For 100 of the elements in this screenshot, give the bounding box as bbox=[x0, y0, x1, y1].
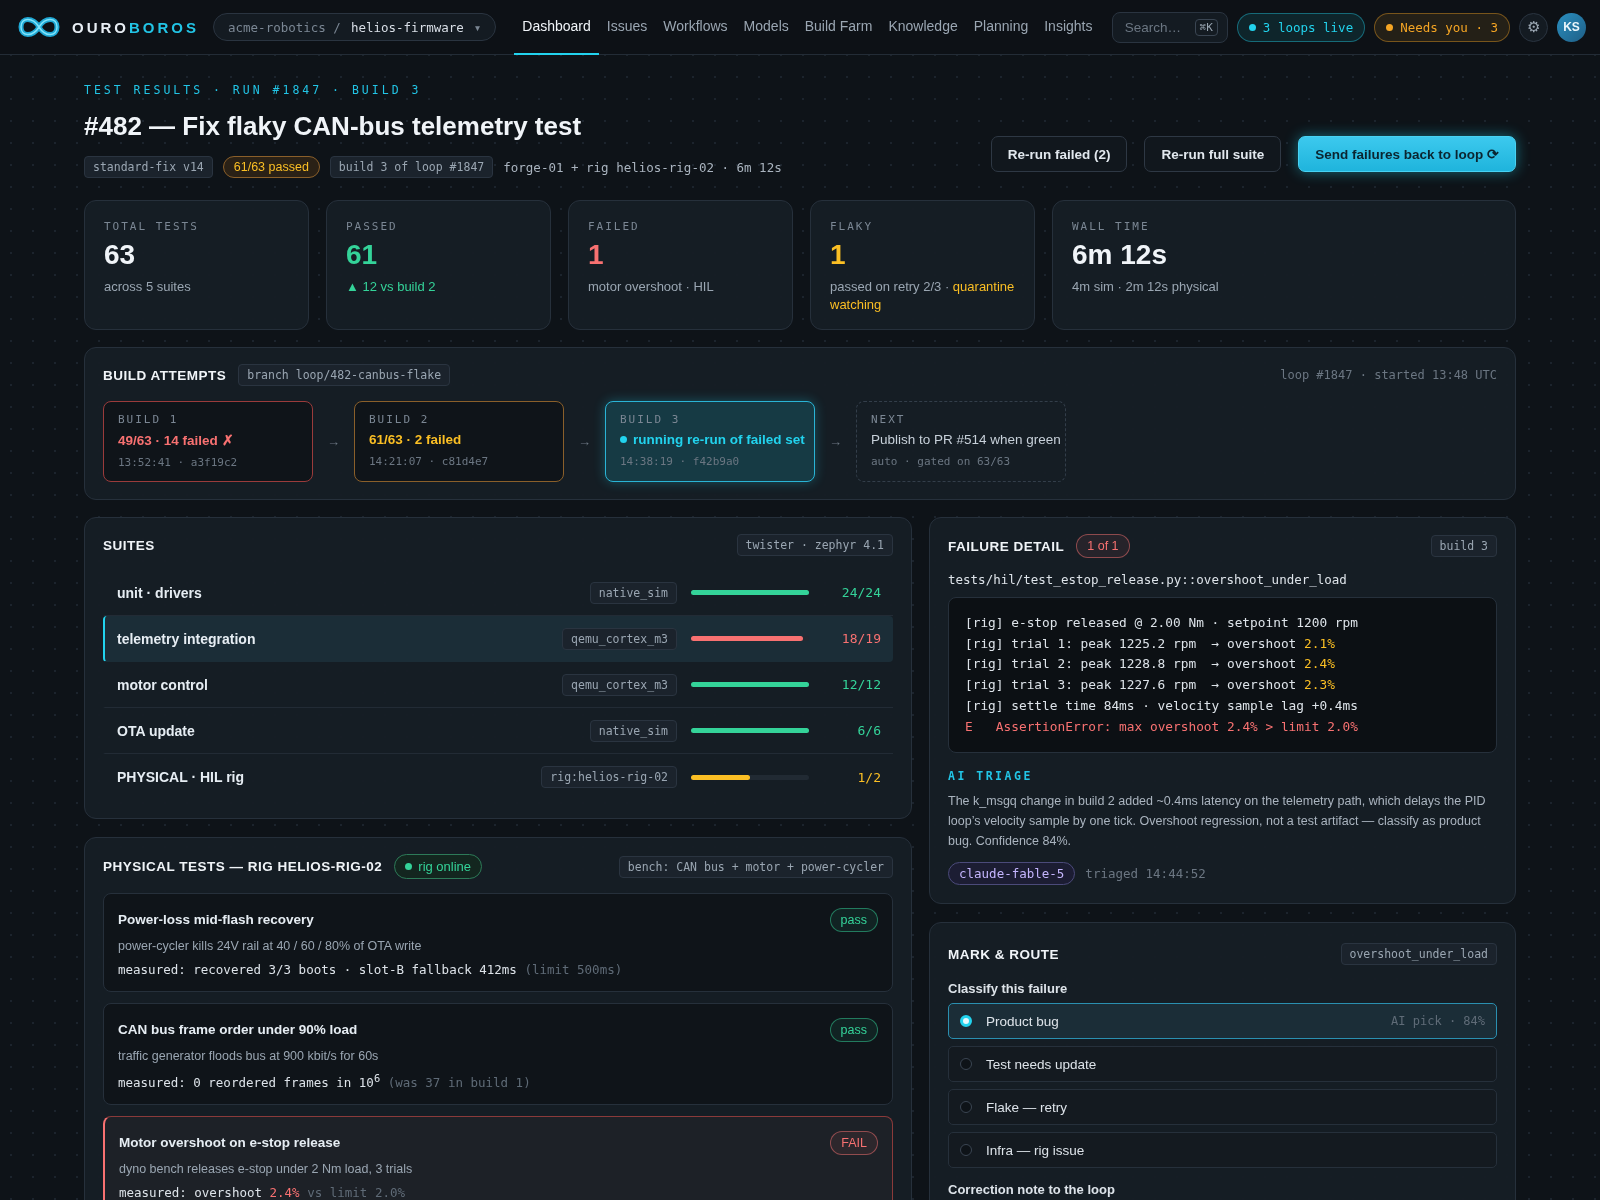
loop-meta: loop #1847 · started 13:48 UTC bbox=[1280, 368, 1497, 382]
model-chip: claude-fable-5 bbox=[948, 862, 1076, 886]
flow-arrow: → bbox=[829, 434, 842, 449]
build-label: NEXT bbox=[871, 413, 907, 426]
stat-value: 63 bbox=[104, 239, 137, 271]
section-title: SUITES bbox=[103, 537, 155, 553]
suite-row[interactable]: OTA update native_sim 6/6 bbox=[103, 708, 893, 754]
note-label: Correction note to the loop bbox=[948, 1182, 1116, 1198]
section-title: MARK & ROUTE bbox=[948, 946, 1059, 962]
rig-status-pill: rig online bbox=[394, 854, 483, 879]
suite-row[interactable]: telemetry integration qemu_cortex_m3 18/19 bbox=[103, 616, 893, 662]
shortcut-badge: ⌘K bbox=[1194, 18, 1218, 36]
stat-label: PASSED bbox=[346, 220, 399, 233]
build-meta: 14:21:07 · c81d4e7 bbox=[369, 455, 490, 468]
flow-arrow: → bbox=[578, 434, 591, 449]
stat-value: 6m 12s bbox=[1072, 239, 1168, 271]
nav-tab[interactable]: Planning bbox=[965, 0, 1037, 55]
test-description: traffic generator floods bus at 900 kbit/s for 60s bbox=[118, 1049, 380, 1063]
page-title: #482 — Fix flaky CAN-bus telemetry test bbox=[84, 111, 583, 142]
build-result: 49/63 · 14 failed ✗ bbox=[118, 432, 234, 448]
measured-result: measured: recovered 3/3 boots · slot-B fallback 412ms (limit 500ms) bbox=[118, 962, 624, 977]
rerun-button[interactable]: Re-run full suite bbox=[1144, 136, 1282, 172]
stat-label: FLAKY bbox=[830, 220, 875, 233]
suite-count: 6/6 bbox=[856, 723, 882, 738]
count-badge: 1 of 1 bbox=[1076, 534, 1130, 558]
classification-option[interactable]: Test needs update bbox=[948, 1046, 1497, 1083]
settings-button[interactable]: ⚙ bbox=[1519, 12, 1548, 42]
classification-option[interactable]: Flake — retry bbox=[948, 1089, 1497, 1126]
suite-name: unit · drivers bbox=[117, 584, 203, 601]
status-pill[interactable]: Needs you · 3 bbox=[1374, 12, 1510, 42]
build-card[interactable]: BUILD 1 49/63 · 14 failed ✗ 13:52:41 · a3f19c2 bbox=[103, 401, 313, 482]
breadcrumb: TEST RESULTS · RUN #1847 · BUILD 3 bbox=[84, 83, 423, 97]
build-result: 61/63 · 2 failed bbox=[369, 432, 462, 447]
nav-tab[interactable]: Issues bbox=[598, 0, 656, 55]
measured-result: measured: overshoot 2.4% vs limit 2.0% bbox=[119, 1185, 406, 1200]
stat-value: 61 bbox=[346, 239, 379, 271]
repo-selector[interactable]: acme-robotics / helios-firmware ▾ bbox=[213, 13, 497, 41]
flow-arrow: → bbox=[327, 434, 340, 449]
triage-time: triaged 14:44:52 bbox=[1085, 866, 1206, 882]
platform-tag: native_sim bbox=[589, 581, 677, 604]
classification-option[interactable]: Product bug AI pick · 84% bbox=[948, 1003, 1497, 1040]
stat-note: motor overshoot · HIL bbox=[588, 278, 715, 296]
build-label: BUILD 2 bbox=[369, 413, 431, 426]
log-output: [rig] e-stop released @ 2.00 Nm · setpoint 1200 rpm [rig] trial 1: peak 1225.2 rpm → overshoot 2.1% [rig] trial 2: peak 1228.8 rpm → overshoot 2.4% [rig] trial 3: peak 1227.6 rpm → overshoot 2.3% [rig] settle time 84ms · velocity sample lag +0.4ms E AssertionError: max overshoot 2.4% > limit 2.0% bbox=[948, 597, 1497, 754]
status-pill[interactable]: 3 loops live bbox=[1236, 12, 1366, 42]
suite-count: 12/12 bbox=[840, 677, 882, 692]
build-result: Publish to PR #514 when green bbox=[871, 432, 1061, 447]
measured-result: measured: 0 reordered frames in 10$^{6}$ (was 37 in build 1) bbox=[118, 1072, 532, 1091]
section-title: FAILURE DETAIL bbox=[948, 538, 1065, 554]
section-title: PHYSICAL TESTS — RIG HELIOS-RIG-02 bbox=[103, 859, 383, 874]
running-dot bbox=[620, 436, 627, 443]
test-title: Motor overshoot on e-stop release bbox=[119, 1135, 341, 1151]
nav-tab[interactable]: Models bbox=[735, 0, 797, 55]
nav-tab[interactable]: Knowledge bbox=[880, 0, 966, 55]
nav-tab[interactable]: Build Farm bbox=[796, 0, 881, 55]
classify-label: Classify this failure bbox=[948, 981, 1069, 997]
result-badge: pass bbox=[829, 1018, 878, 1042]
bench-tag: bench: CAN bus + motor + power-cycler bbox=[618, 855, 893, 878]
platform-tag: rig:helios-rig-02 bbox=[541, 766, 677, 788]
build-card[interactable]: BUILD 2 61/63 · 2 failed 14:21:07 · c81d4e7 bbox=[354, 401, 564, 482]
suite-count: 24/24 bbox=[840, 585, 882, 600]
test-name-tag: overshoot_under_load bbox=[1340, 943, 1497, 966]
suite-count: 1/2 bbox=[856, 769, 882, 785]
suite-row[interactable]: PHYSICAL · HIL rig rig:helios-rig-02 1/2 bbox=[103, 754, 893, 800]
stat-note: ▲ 12 vs build 2 bbox=[346, 278, 437, 296]
test-path: tests/hil/test_estop_release.py::overshoot_under_load bbox=[948, 572, 1348, 587]
result-badge: FAIL bbox=[830, 1131, 878, 1156]
stat-value: 1 bbox=[830, 239, 847, 271]
stat-label: FAILED bbox=[588, 220, 641, 233]
test-description: power-cycler kills 24V rail at 40 / 60 / 80% of OTA write bbox=[118, 939, 423, 953]
info-tag: standard-fix v14 bbox=[84, 156, 213, 178]
branch-tag: branch loop/482-canbus-flake bbox=[238, 364, 451, 386]
suite-row[interactable]: motor control qemu_cortex_m3 12/12 bbox=[103, 662, 893, 708]
stat-label: WALL TIME bbox=[1072, 220, 1151, 233]
triage-text: The k_msgq change in build 2 added ~0.4ms latency on the telemetry path, which delays the PID loop’s velocity sample by one tick. Overshoot regression, not a test artifact — classify as product bug. Confidence 84%. bbox=[948, 793, 1487, 851]
triage-heading: AI TRIAGE bbox=[948, 769, 1034, 784]
test-title: Power-loss mid-flash recovery bbox=[118, 912, 314, 927]
runner-tag: twister · zephyr 4.1 bbox=[736, 534, 893, 556]
classification-option[interactable]: Infra — rig issue bbox=[948, 1132, 1497, 1169]
user-avatar[interactable]: KS bbox=[1557, 12, 1586, 42]
platform-tag: native_sim bbox=[589, 719, 677, 742]
nav-tab[interactable]: Workflows bbox=[655, 0, 736, 55]
build-result: running re-run of failed set bbox=[633, 432, 805, 447]
stat-value: 1 bbox=[588, 239, 605, 271]
stat-note: 4m sim · 2m 12s physical bbox=[1072, 278, 1220, 296]
status-tag: 61/63 passed bbox=[222, 156, 320, 178]
build-card[interactable]: BUILD 3 running re-run of failed set 14:38:19 · f42b9a0 bbox=[605, 401, 815, 482]
nav-tab[interactable]: Insights bbox=[1036, 0, 1101, 55]
suite-name: motor control bbox=[117, 676, 209, 693]
test-title: CAN bus frame order under 90% load bbox=[118, 1022, 358, 1037]
suite-name: OTA update bbox=[117, 722, 196, 739]
section-title: BUILD ATTEMPTS bbox=[103, 367, 227, 383]
stat-label: TOTAL TESTS bbox=[104, 220, 200, 233]
rerun-button[interactable]: Re-run failed (2) bbox=[990, 136, 1128, 172]
suite-name: telemetry integration bbox=[117, 630, 257, 647]
brand-name: OURO BOROS bbox=[72, 18, 199, 36]
send-button[interactable]: Send failures back to loop ⟳ bbox=[1298, 136, 1516, 172]
nav-tab[interactable]: Dashboard bbox=[514, 0, 599, 55]
info-tag: build 3 of loop #1847 bbox=[329, 156, 494, 178]
build-card[interactable]: NEXT Publish to PR #514 when green auto · gated on 63/63 bbox=[856, 401, 1066, 482]
